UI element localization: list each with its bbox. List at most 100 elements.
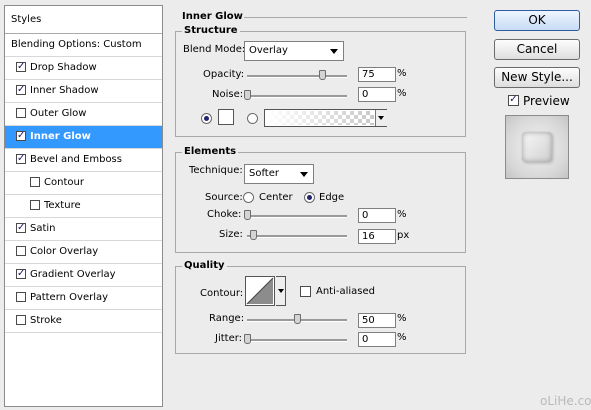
gradient-dropdown[interactable] [375, 110, 387, 126]
jitter-slider[interactable] [247, 339, 347, 342]
section-title-inner-glow: Inner Glow [182, 11, 243, 22]
style-item[interactable]: ✓ Drop Shadow [5, 57, 162, 80]
style-item-label: Bevel and Emboss [30, 154, 122, 165]
preview-checkbox[interactable]: ✓ [508, 95, 519, 106]
technique-select[interactable]: Softer [244, 164, 314, 184]
preview-label[interactable]: Preview [523, 94, 570, 108]
noise-slider-thumb[interactable] [244, 90, 251, 100]
source-edge-label[interactable]: Edge [319, 192, 344, 203]
opacity-slider[interactable] [247, 75, 347, 78]
style-item-label: Color Overlay [30, 246, 99, 257]
style-item[interactable]: ✓ Bevel and Emboss [5, 149, 162, 172]
style-item[interactable]: ✓ Gradient Overlay [5, 264, 162, 287]
style-checkbox[interactable]: ✓ [16, 269, 26, 279]
style-item-label: Texture [44, 200, 81, 211]
chevron-down-icon [300, 172, 308, 177]
style-item[interactable]: ✓ Satin [5, 218, 162, 241]
anti-aliased-label[interactable]: Anti-aliased [316, 286, 375, 297]
contour-linear-icon [246, 277, 274, 305]
style-checkbox[interactable]: ✓ [16, 85, 26, 95]
style-preview-thumbnail [505, 115, 569, 179]
style-checkbox[interactable]: ✓ [16, 62, 26, 72]
gradient-picker[interactable] [264, 109, 387, 127]
chevron-down-icon [278, 289, 284, 293]
range-label: Range: [209, 313, 245, 324]
source-center-label[interactable]: Center [259, 192, 293, 203]
style-item-label: Inner Glow [30, 131, 91, 142]
noise-unit: % [397, 88, 407, 99]
chevron-down-icon [330, 49, 338, 54]
ok-button[interactable]: OK [494, 10, 580, 31]
choke-unit: % [397, 209, 407, 220]
technique-label: Technique: [189, 165, 243, 176]
style-item[interactable]: Texture [5, 195, 162, 218]
opacity-slider-thumb[interactable] [319, 70, 326, 80]
size-label: Size: [219, 229, 243, 240]
noise-input[interactable]: 0 [358, 87, 396, 102]
title-divider [244, 17, 467, 18]
opacity-label: Opacity: [203, 69, 245, 80]
elements-title: Elements [182, 146, 239, 157]
style-checkbox[interactable] [16, 108, 26, 118]
choke-slider-thumb[interactable] [244, 210, 251, 220]
jitter-slider-thumb[interactable] [244, 334, 251, 344]
blend-mode-label: Blend Mode: [183, 44, 246, 55]
noise-label: Noise: [212, 89, 244, 100]
style-item-label: Outer Glow [30, 108, 87, 119]
size-slider-thumb[interactable] [250, 230, 258, 240]
contour-picker[interactable] [245, 276, 275, 306]
cancel-button[interactable]: Cancel [494, 39, 580, 60]
style-item[interactable]: Stroke [5, 310, 162, 333]
structure-title: Structure [182, 25, 240, 36]
range-unit: % [397, 313, 407, 324]
chevron-down-icon [378, 116, 384, 120]
style-item-label: Drop Shadow [30, 62, 97, 73]
glow-color-swatch[interactable] [218, 109, 234, 125]
styles-header[interactable]: Styles [5, 6, 162, 34]
style-checkbox[interactable] [30, 177, 40, 187]
jitter-unit: % [397, 332, 407, 343]
source-center-radio[interactable] [243, 192, 254, 203]
noise-slider[interactable] [247, 95, 347, 98]
contour-label: Contour: [200, 288, 244, 299]
technique-value: Softer [249, 168, 279, 179]
solid-color-radio[interactable] [201, 113, 212, 124]
choke-slider[interactable] [247, 215, 347, 218]
style-item[interactable]: Outer Glow [5, 103, 162, 126]
gradient-radio[interactable] [247, 113, 258, 124]
jitter-label: Jitter: [215, 333, 243, 344]
style-checkbox[interactable]: ✓ [16, 223, 26, 233]
source-edge-radio[interactable] [304, 192, 315, 203]
style-item[interactable]: Pattern Overlay [5, 287, 162, 310]
watermark: oLiHe.com [540, 394, 591, 408]
jitter-input[interactable]: 0 [358, 332, 396, 347]
range-slider-thumb[interactable] [294, 314, 301, 324]
style-item[interactable]: Contour [5, 172, 162, 195]
gradient-preview [266, 111, 374, 125]
opacity-input[interactable]: 75 [358, 67, 396, 82]
style-checkbox[interactable] [30, 200, 40, 210]
style-item-label: Stroke [30, 315, 62, 326]
choke-label: Choke: [207, 209, 242, 220]
blending-options-item[interactable]: Blending Options: Custom [5, 34, 162, 57]
size-input[interactable]: 16 [358, 229, 396, 244]
size-slider[interactable] [247, 235, 347, 238]
choke-input[interactable]: 0 [358, 208, 396, 223]
source-label: Source: [205, 192, 243, 203]
new-style-button[interactable]: New Style... [494, 67, 580, 88]
style-checkbox[interactable]: ✓ [16, 154, 26, 164]
style-checkbox[interactable]: ✓ [16, 131, 26, 141]
anti-aliased-checkbox[interactable] [300, 286, 311, 297]
range-input[interactable]: 50 [358, 313, 396, 328]
style-item[interactable]: ✓ Inner Shadow [5, 80, 162, 103]
style-item[interactable]: Color Overlay [5, 241, 162, 264]
style-item[interactable]: ✓ Inner Glow [5, 126, 162, 149]
preview-swatch [522, 132, 552, 162]
opacity-unit: % [397, 68, 407, 79]
style-checkbox[interactable] [16, 315, 26, 325]
style-checkbox[interactable] [16, 246, 26, 256]
blend-mode-value: Overlay [249, 45, 288, 56]
blend-mode-select[interactable]: Overlay [244, 41, 344, 61]
style-checkbox[interactable] [16, 292, 26, 302]
contour-dropdown[interactable] [276, 276, 286, 306]
